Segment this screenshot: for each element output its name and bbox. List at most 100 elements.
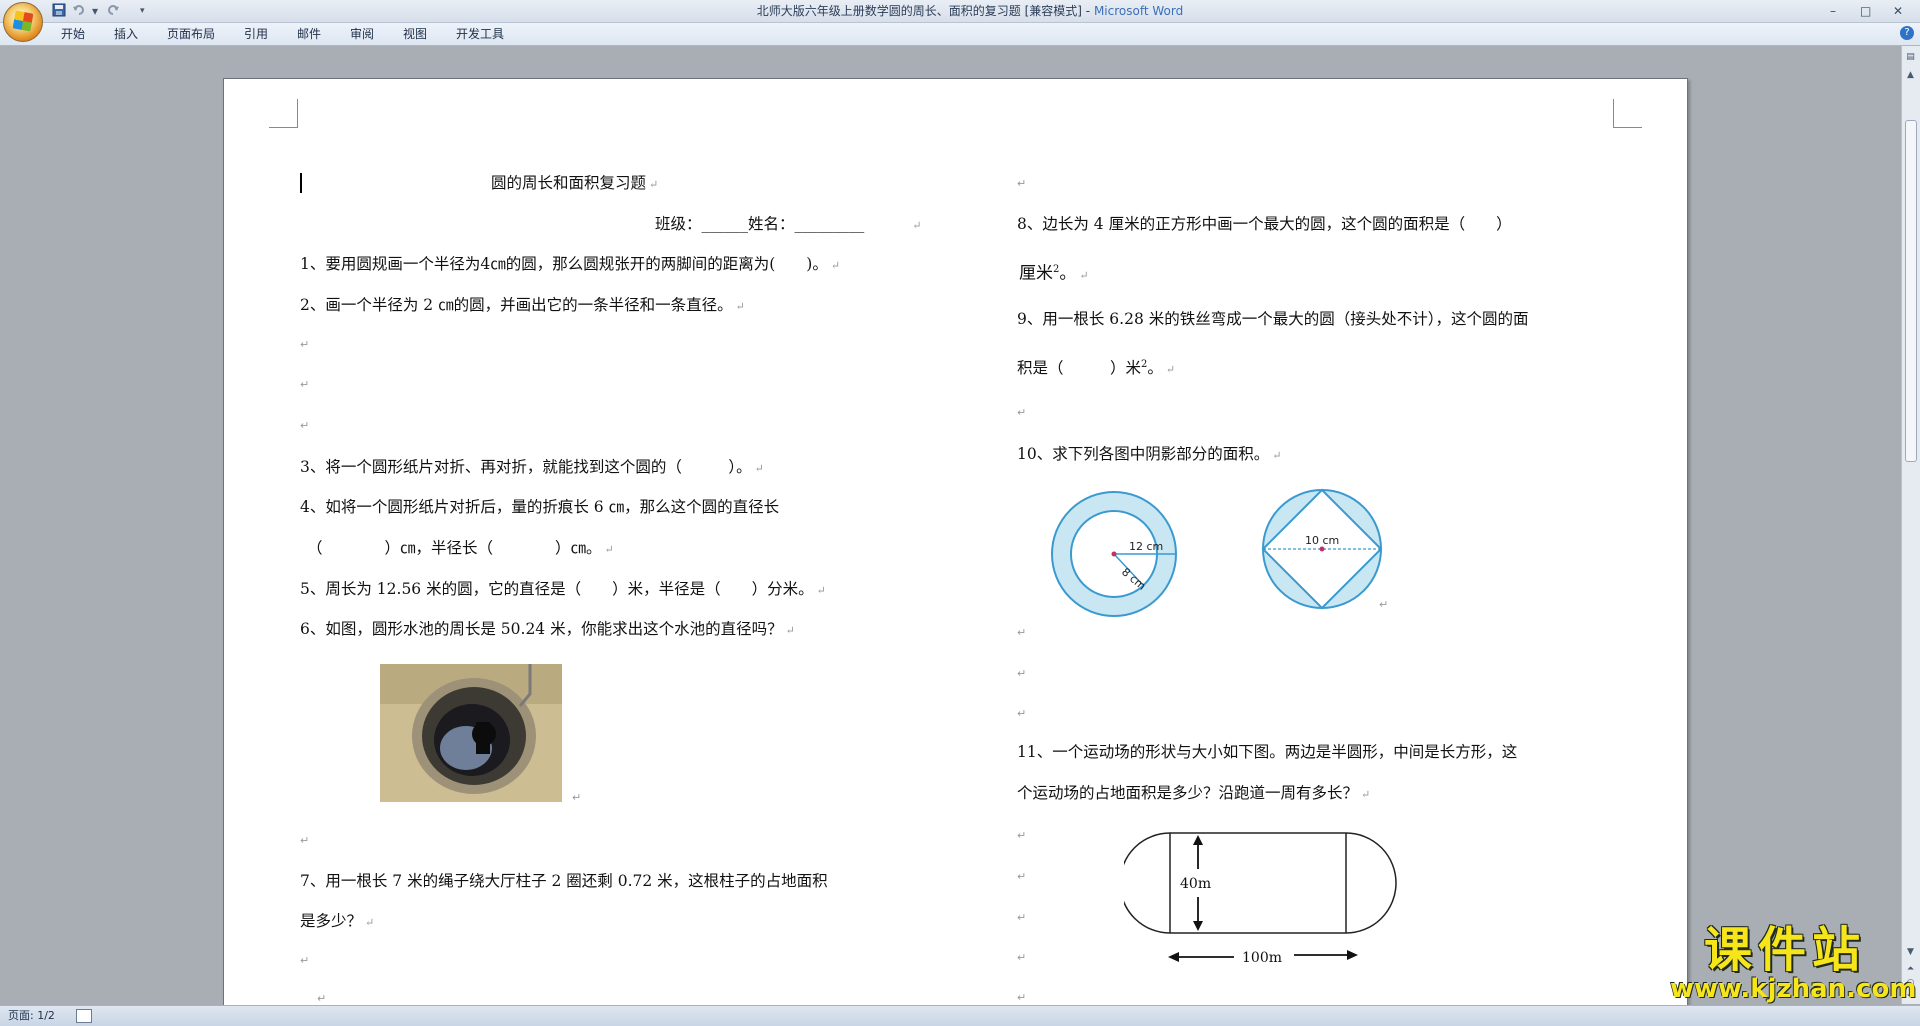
- field-height-label: 40m: [1180, 876, 1211, 892]
- paragraph-mark: ↵: [317, 992, 327, 1005]
- undo-icon[interactable]: [72, 3, 86, 19]
- paragraph-mark: ↵: [1017, 829, 1027, 842]
- ribbon-tabs: 开始 插入 页面布局 引用 邮件 审阅 视图 开发工具 ?: [0, 23, 1920, 46]
- tab-review[interactable]: 审阅: [350, 26, 374, 42]
- pool-photo[interactable]: [380, 664, 562, 802]
- corner-mark-top-right: [1613, 99, 1642, 128]
- question-11-continued: 个运动场的占地面积是多少？沿跑道一周有多长？ ↵: [1017, 783, 1370, 805]
- paragraph-mark: ↵: [649, 178, 659, 191]
- scroll-up-icon[interactable]: ▲: [1903, 68, 1918, 83]
- question-2: 2、画一个半径为 2 ㎝的圆，并画出它的一条半径和一条直径。 ↵: [300, 295, 745, 317]
- help-icon[interactable]: ?: [1900, 26, 1914, 40]
- question-11: 11、一个运动场的形状与大小如下图。两边是半圆形，中间是长方形，这: [1017, 742, 1517, 762]
- question-7-text: 7、用一根长 7 米的绳子绕大厅柱子 2 圈还剩 0.72 米，这根柱子的占地面…: [300, 872, 828, 890]
- paragraph-mark: ↵: [1017, 991, 1027, 1004]
- paragraph-mark: ↵: [1017, 177, 1027, 190]
- paragraph-mark: ↵: [1017, 951, 1027, 964]
- class-name-text: 班级：______姓名：_________: [655, 215, 865, 233]
- tab-home[interactable]: 开始: [61, 26, 85, 42]
- paragraph-mark: ↵: [1017, 667, 1027, 680]
- tab-insert[interactable]: 插入: [114, 26, 138, 42]
- question-8-unit: 厘米2。 ↵: [1019, 260, 1089, 286]
- tab-view[interactable]: 视图: [403, 26, 427, 42]
- ring-outer-radius-label: 12 cm: [1129, 540, 1163, 553]
- question-11-text: 11、一个运动场的形状与大小如下图。两边是半圆形，中间是长方形，这: [1017, 743, 1518, 761]
- ring-figure: 12 cm 8 cm: [1051, 491, 1177, 617]
- question-11-continued-text: 个运动场的占地面积是多少？沿跑道一周有多长？: [1017, 784, 1359, 802]
- paragraph-mark: ↵: [300, 419, 310, 432]
- question-8: 8、边长为 4 厘米的正方形中画一个最大的圆，这个圆的面积是（ ）: [1017, 214, 1512, 234]
- sports-field-figure: 40m 100m: [1124, 832, 1397, 966]
- question-4-continued-text: （ ）㎝，半径长（ ）㎝。: [307, 539, 602, 557]
- customize-qat-icon[interactable]: ▾: [140, 3, 145, 19]
- paragraph-mark: ↵: [1079, 268, 1089, 282]
- class-name-line: 班级：______姓名：_________ ↵: [655, 214, 921, 236]
- question-8-tail: 。: [1059, 263, 1077, 284]
- question-9: 9、用一根长 6.28 米的铁丝弯成一个最大的圆（接头处不计），这个圆的面: [1017, 309, 1528, 329]
- maximize-button[interactable]: □: [1860, 3, 1871, 19]
- question-1: 1、要用圆规画一个半径为4㎝的圆，那么圆规张开的两脚间的距离为( )。 ↵: [300, 254, 840, 276]
- proofing-icon[interactable]: [76, 1009, 92, 1023]
- paragraph-mark: ↵: [735, 300, 745, 313]
- paragraph-mark: ↵: [300, 954, 310, 967]
- doc-title-text: 圆的周长和面积复习题: [491, 174, 647, 192]
- paragraph-mark: ↵: [300, 338, 310, 351]
- paragraph-mark: ↵: [1017, 870, 1027, 883]
- question-8-unit-text: 厘米: [1019, 263, 1053, 284]
- question-3-text: 3、将一个圆形纸片对折、再对折，就能找到这个圆的（ ）。: [300, 458, 752, 476]
- question-7: 7、用一根长 7 米的绳子绕大厅柱子 2 圈还剩 0.72 米，这根柱子的占地面…: [300, 871, 828, 891]
- question-9-text: 9、用一根长 6.28 米的铁丝弯成一个最大的圆（接头处不计），这个圆的面: [1017, 310, 1529, 328]
- paragraph-mark: ↵: [300, 834, 310, 847]
- paragraph-mark: ↵: [1272, 449, 1282, 462]
- tab-developer[interactable]: 开发工具: [456, 26, 504, 42]
- undo-dropdown-icon[interactable]: ▾: [92, 3, 98, 19]
- tab-mailings[interactable]: 邮件: [297, 26, 321, 42]
- question-10: 10、求下列各图中阴影部分的面积。 ↵: [1017, 444, 1281, 466]
- field-length-label: 100m: [1242, 950, 1282, 966]
- question-4-text: 4、如将一个圆形纸片对折后，量的折痕长 6 ㎝，那么这个圆的直径长: [300, 498, 780, 516]
- question-1-text: 1、要用圆规画一个半径为4㎝的圆，那么圆规张开的两脚间的距离为( )。: [300, 255, 828, 273]
- question-6: 6、如图，圆形水池的周长是 50.24 米，你能求出这个水池的直径吗？ ↵: [300, 619, 795, 641]
- save-icon[interactable]: [52, 3, 66, 19]
- tab-references[interactable]: 引用: [244, 26, 268, 42]
- document-page[interactable]: 圆的周长和面积复习题 ↵ 班级：______姓名：_________ ↵ 1、要用圆…: [223, 78, 1688, 1010]
- close-button[interactable]: ✕: [1893, 3, 1903, 19]
- title-bar: ▾ ▾ 北师大版六年级上册数学圆的周长、面积的复习题 [兼容模式] - Micr…: [0, 0, 1920, 42]
- minimize-button[interactable]: –: [1830, 3, 1836, 19]
- paragraph-mark: ↵: [1017, 911, 1027, 924]
- paragraph-mark: ↵: [572, 791, 582, 804]
- office-button[interactable]: [3, 2, 43, 42]
- question-6-text: 6、如图，圆形水池的周长是 50.24 米，你能求出这个水池的直径吗？: [300, 620, 783, 638]
- question-7-continued-text: 是多少？: [300, 912, 363, 930]
- office-logo-icon: [12, 10, 34, 32]
- square-diagonal-label: 10 cm: [1305, 534, 1339, 547]
- question-8-text: 8、边长为 4 厘米的正方形中画一个最大的圆，这个圆的面积是（ ）: [1017, 215, 1512, 233]
- question-7-continued: 是多少？ ↵: [300, 911, 374, 933]
- doc-title: 圆的周长和面积复习题 ↵: [491, 173, 658, 195]
- paragraph-mark: ↵: [1361, 788, 1371, 801]
- paragraph-mark: ↵: [365, 916, 375, 929]
- watermark-cn-text: 课件站: [1703, 922, 1866, 978]
- paragraph-mark: ↵: [1017, 626, 1027, 639]
- paragraph-mark: ↵: [1017, 406, 1027, 419]
- paragraph-mark: ↵: [300, 378, 310, 391]
- paragraph-mark: ↵: [912, 219, 922, 232]
- paragraph-mark: ↵: [1165, 363, 1176, 377]
- question-9-continued: 积是（ ）米2。 ↵: [1017, 355, 1175, 380]
- watermark-url-text: www.kjzhan.com: [1670, 974, 1917, 1004]
- redo-icon[interactable]: [106, 3, 120, 19]
- paragraph-mark: ↵: [830, 259, 841, 272]
- tab-page-layout[interactable]: 页面布局: [167, 26, 215, 42]
- question-2-text: 2、画一个半径为 2 ㎝的圆，并画出它的一条半径和一条直径。: [300, 296, 733, 314]
- kjzhan-watermark: 课件站 www.kjzhan.com: [1670, 922, 1917, 1004]
- paragraph-mark: ↵: [754, 462, 764, 475]
- ruler-toggle-icon[interactable]: ▤: [1903, 50, 1918, 65]
- document-title: 北师大版六年级上册数学圆的周长、面积的复习题 [兼容模式]: [756, 4, 1082, 18]
- question-3: 3、将一个圆形纸片对折、再对折，就能找到这个圆的（ ）。 ↵: [300, 457, 764, 479]
- scrollbar-thumb[interactable]: [1905, 120, 1917, 462]
- square-in-circle-figure: 10 cm: [1261, 488, 1383, 610]
- page-count-status[interactable]: 页面: 1/2: [8, 1008, 55, 1024]
- paragraph-mark: ↵: [816, 584, 826, 597]
- question-5: 5、周长为 12.56 米的圆，它的直径是（ ）米，半径是（ ）分米。 ↵: [300, 579, 826, 601]
- scroll-down-icon[interactable]: ▼: [1903, 945, 1918, 960]
